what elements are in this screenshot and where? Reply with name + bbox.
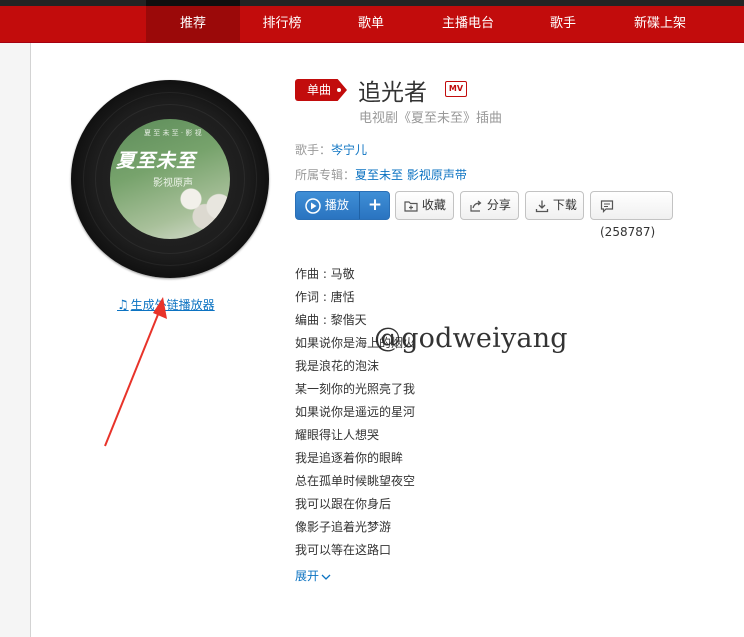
song-detail-panel: 夏 至 未 至 · 影 视 夏至未至 影视原声 ♫ 生成外链播放器 单曲 追光者 …: [30, 43, 744, 637]
comment-icon: [600, 199, 614, 213]
lyric-line: 我可以等在这路口: [295, 543, 392, 557]
lyric-line: 我是浪花的泡沫: [295, 359, 380, 373]
sub-nav: 推荐 排行榜 歌单 主播电台 歌手 新碟上架: [0, 6, 744, 43]
singer-label: 歌手：: [295, 143, 332, 157]
album-link[interactable]: 夏至未至 影视原声带: [355, 168, 467, 182]
lyrics-block: 作曲 : 马敬 作词 : 唐恬 编曲 : 黎偕天 如果说你是海上的烟火 我是浪花…: [295, 263, 415, 562]
collect-button-label: 收藏: [421, 198, 446, 212]
folder-add-icon: [404, 200, 418, 212]
cover-artwork: [170, 179, 230, 229]
share-icon: [470, 200, 482, 212]
lyric-line: 我可以跟在你身后: [295, 497, 392, 511]
download-button[interactable]: 下载: [525, 191, 584, 220]
album-label: 所属专辑：: [295, 168, 356, 182]
cover-title: 夏至未至: [116, 150, 197, 172]
nav-item-charts[interactable]: 排行榜: [245, 6, 319, 42]
collect-button[interactable]: 收藏: [395, 191, 454, 220]
lyric-line: 作曲 : 马敬: [295, 267, 355, 281]
expand-label: 展开: [295, 569, 320, 583]
share-button-label: 分享: [486, 198, 511, 212]
play-circle-icon: [305, 197, 321, 214]
album-row: 所属专辑：夏至未至 影视原声带: [295, 166, 467, 183]
song-subtitle: 电视剧《夏至未至》插曲: [359, 111, 503, 126]
lyric-line: 耀眼得让人想哭: [295, 428, 380, 442]
lyric-line: 我是追逐着你的眼眸: [295, 451, 404, 465]
cover-top-text: 夏 至 未 至 · 影 视: [144, 129, 202, 137]
singer-link[interactable]: 岑宁儿: [331, 143, 367, 157]
nav-item-recommend[interactable]: 推荐: [146, 6, 240, 42]
share-button[interactable]: 分享: [460, 191, 519, 220]
lyric-line: 作词 : 唐恬: [295, 290, 355, 304]
badge-dot: [337, 88, 341, 92]
nav-item-playlists[interactable]: 歌单: [340, 6, 402, 42]
chevron-down-icon: [321, 574, 331, 580]
play-button-group: 播放 +: [295, 191, 390, 220]
lyric-line: 总在孤单时候眺望夜空: [295, 474, 416, 488]
mv-icon[interactable]: MV: [445, 81, 467, 97]
nav-item-radio[interactable]: 主播电台: [428, 6, 508, 42]
watermark-text: @godweiyang: [374, 323, 568, 354]
nav-item-new-albums[interactable]: 新碟上架: [620, 6, 700, 42]
vinyl-disc: 夏 至 未 至 · 影 视 夏至未至 影视原声: [71, 80, 269, 278]
lyric-line: 如果说你是遥远的星河: [295, 405, 416, 419]
album-cover: 夏 至 未 至 · 影 视 夏至未至 影视原声: [110, 119, 230, 239]
song-title: 追光者: [358, 80, 427, 106]
add-to-playlist-button[interactable]: +: [360, 192, 390, 219]
nav-item-artists[interactable]: 歌手: [535, 6, 591, 42]
lyric-line: 某一刻你的光照亮了我: [295, 382, 416, 396]
lyric-line: 像影子追着光梦游: [295, 520, 392, 534]
play-button[interactable]: 播放: [296, 192, 359, 219]
comment-button[interactable]: (258787): [590, 191, 673, 239]
download-icon: [535, 200, 549, 212]
red-arrow-annotation: [104, 297, 167, 447]
download-button-label: 下载: [552, 198, 577, 212]
play-button-label: 播放: [324, 198, 349, 212]
singer-row: 歌手：岑宁儿: [295, 141, 367, 158]
expand-lyrics-toggle[interactable]: 展开: [295, 567, 331, 584]
comment-count: (258787): [600, 225, 656, 239]
